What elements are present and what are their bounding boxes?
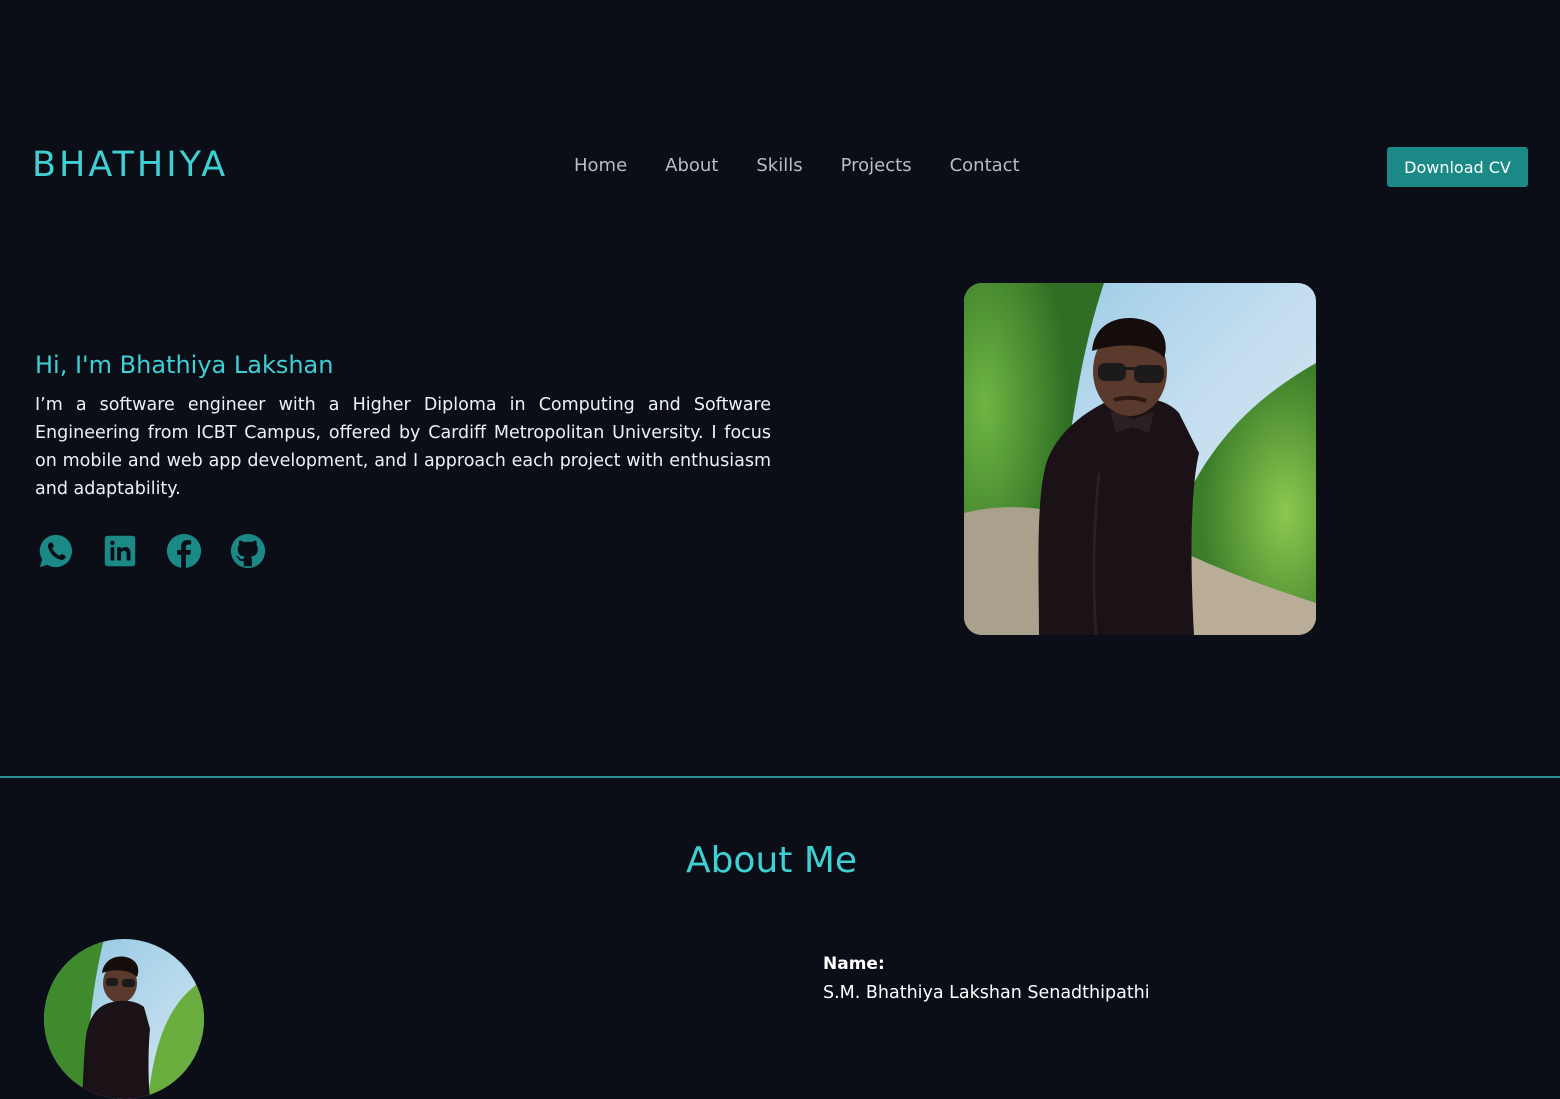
hero-description: I’m a software engineer with a Higher Di… — [35, 395, 771, 499]
facebook-icon[interactable] — [164, 530, 204, 572]
linkedin-icon[interactable] — [100, 530, 140, 572]
brand-logo[interactable]: BHATHIYA — [32, 145, 228, 185]
nav-links: Home About Skills Projects Contact — [574, 155, 1058, 176]
download-cv-button[interactable]: Download CV — [1387, 147, 1528, 187]
name-value: S.M. Bhathiya Lakshan Senadthipathi — [823, 983, 1150, 1003]
section-divider — [0, 776, 1560, 778]
nav-projects[interactable]: Projects — [841, 155, 912, 176]
nav-contact[interactable]: Contact — [950, 155, 1020, 176]
nav-about[interactable]: About — [665, 155, 718, 176]
whatsapp-icon[interactable] — [36, 530, 76, 572]
github-icon[interactable] — [228, 530, 268, 572]
nav-skills[interactable]: Skills — [756, 155, 802, 176]
about-avatar — [44, 939, 204, 1099]
social-links — [36, 530, 292, 572]
nav-home[interactable]: Home — [574, 155, 627, 176]
navbar: BHATHIYA Home About Skills Projects Cont… — [0, 120, 1560, 214]
name-label: Name: — [823, 954, 885, 974]
about-title: About Me — [685, 840, 858, 881]
hero-greeting: Hi, I'm Bhathiya Lakshan — [35, 351, 334, 379]
profile-photo — [964, 283, 1316, 635]
